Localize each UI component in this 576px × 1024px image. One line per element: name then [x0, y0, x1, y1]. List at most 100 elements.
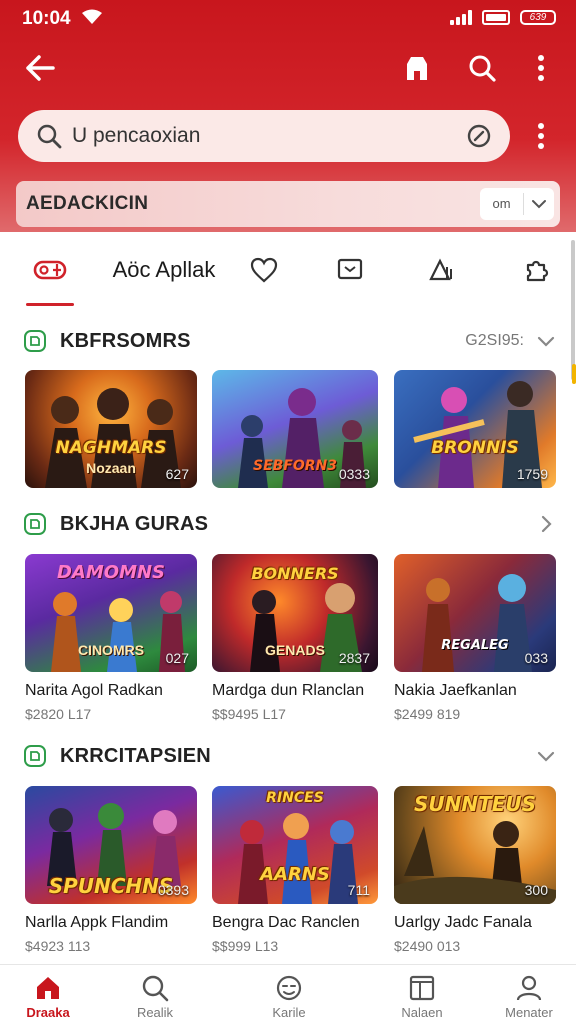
search-button[interactable] — [462, 50, 502, 86]
tree-icon — [429, 258, 452, 281]
game-count: 0333 — [338, 466, 370, 482]
game-count: 627 — [165, 466, 189, 482]
app-card[interactable]: SPUNCHNS 0393 Narlla Appk Flandim $4923 … — [25, 786, 197, 954]
game-card[interactable]: SEBFORN3 0333 — [212, 370, 378, 488]
face-icon — [275, 973, 303, 1003]
game-thumbnail: RINCES AARNS 711 — [212, 786, 378, 904]
active-tab-indicator — [26, 303, 74, 306]
back-button[interactable] — [20, 50, 60, 86]
app-title: Uarlgy Jadc Fanala — [394, 914, 532, 931]
game-count: 033 — [524, 650, 548, 666]
app-card[interactable]: REGALEG 033 Nakia Jaefkanlan $2499 819 — [394, 554, 556, 722]
wifi-icon — [82, 9, 102, 30]
game-thumbnail: BRONNIS 1759 — [394, 370, 556, 488]
nav-label: Karile — [272, 1005, 306, 1020]
tab-apps[interactable]: Aöc Apllak — [104, 250, 224, 290]
puzzle-icon — [526, 260, 549, 282]
search-icon — [34, 121, 64, 151]
section-header[interactable]: KRRCITAPSIEN — [24, 741, 556, 771]
battery-percent: 639 — [520, 9, 556, 25]
top-toolbar — [0, 42, 576, 94]
person-icon — [515, 973, 543, 1003]
search-options-button[interactable] — [528, 118, 554, 154]
chevron-down-icon[interactable] — [536, 746, 556, 766]
search-input[interactable] — [72, 124, 442, 148]
chevron-down-icon[interactable] — [536, 331, 556, 351]
game-count: 300 — [524, 882, 548, 898]
app-title: Bengra Dac Ranclen — [212, 914, 360, 931]
app-card[interactable]: RINCES AARNS 711 Bengra Dac Ranclen $$99… — [212, 786, 378, 954]
section-count: G2SI95: — [465, 332, 524, 349]
game-count: 0393 — [157, 882, 189, 898]
tab-family[interactable] — [422, 250, 462, 290]
game-card[interactable]: NAGHMARS Nozaan 627 — [25, 370, 197, 488]
game-logo: RINCES — [266, 790, 324, 806]
nav-profile-face[interactable]: Karile — [249, 973, 329, 1020]
app-price: $2499 819 — [394, 706, 461, 722]
app-card[interactable]: SUNNTEUS 300 Uarlgy Jadc Fanala $2490 01… — [394, 786, 556, 954]
signal-icon — [450, 9, 472, 25]
game-thumbnail: SPUNCHNS 0393 — [25, 786, 197, 904]
search-icon — [141, 973, 169, 1003]
game-thumbnail: SUNNTEUS 300 — [394, 786, 556, 904]
nav-library[interactable]: Nalaen — [382, 973, 462, 1020]
status-indicators: 639 — [450, 9, 556, 25]
game-logo: SUNNTEUS — [413, 792, 537, 816]
game-card[interactable]: BRONNIS 1759 — [394, 370, 556, 488]
more-vertical-icon — [538, 123, 544, 149]
scrollbar[interactable] — [571, 240, 575, 380]
app-price: $4923 113 — [25, 938, 91, 954]
bottom-navigation: Draaka Realik Karile Nalaen Menater — [0, 964, 576, 1024]
status-time: 10:04 — [22, 8, 71, 29]
nav-label: Nalaen — [401, 1005, 443, 1020]
nav-home[interactable]: Draaka — [8, 973, 88, 1020]
app-card[interactable]: BONNERS GENADS 2837 Mardga dun Rlanclan … — [212, 554, 378, 722]
app-title: Narita Agol Radkan — [25, 682, 163, 699]
store-icon — [407, 57, 427, 80]
section-title: BKJHA GURAS — [60, 512, 209, 535]
nav-search[interactable]: Realik — [115, 973, 195, 1020]
game-count: 1759 — [516, 466, 548, 482]
home-icon — [34, 973, 62, 1003]
tab-games[interactable] — [26, 250, 74, 290]
app-header: 10:04 639 U pencaoxian AEDACKICIN om — [0, 0, 576, 232]
section-title: KRRCITAPSIEN — [60, 744, 211, 767]
game-count: 711 — [347, 882, 370, 898]
section-badge-icon — [24, 745, 46, 767]
game-thumbnail: SEBFORN3 0333 — [212, 370, 378, 488]
tab-media[interactable] — [330, 250, 370, 290]
gamepad-icon — [33, 260, 67, 280]
nav-label: Menater — [505, 1005, 553, 1020]
filter-dropdown[interactable]: om — [480, 188, 554, 220]
game-logo: NAGHMARS — [55, 438, 167, 458]
section-title: KBFRSOMRS — [60, 329, 191, 352]
store-button[interactable] — [398, 50, 436, 86]
game-thumbnail: NAGHMARS Nozaan 627 — [25, 370, 197, 488]
game-thumbnail: BONNERS GENADS 2837 — [212, 554, 378, 672]
section-header[interactable]: KBFRSOMRS G2SI95: — [24, 326, 556, 356]
game-count: 2837 — [338, 650, 370, 666]
app-title: Mardga dun Rlanclan — [212, 682, 365, 699]
game-logo: DAMOMNS — [56, 562, 166, 583]
app-card[interactable]: DAMOMNS CINOMRS 027 Narita Agol Radkan $… — [25, 554, 197, 722]
section-header[interactable]: BKJHA GURAS — [24, 509, 556, 539]
more-options-button[interactable] — [528, 50, 554, 86]
battery-icon — [482, 9, 510, 25]
chevron-right-icon[interactable] — [536, 514, 556, 534]
app-title: Narlla Appk Flandim — [25, 914, 169, 931]
app-price: $2490 013 — [394, 938, 461, 954]
search-icon — [469, 55, 496, 82]
heart-icon — [250, 257, 278, 283]
nav-label: Draaka — [26, 1005, 70, 1020]
game-logo: BONNERS — [251, 564, 339, 583]
tab-apps-label: Aöc Apllak — [112, 257, 216, 282]
voice-search-icon[interactable] — [464, 121, 494, 151]
tab-favorites[interactable] — [244, 250, 284, 290]
picture-icon — [337, 258, 363, 280]
nav-account[interactable]: Menater — [489, 973, 569, 1020]
category-tabs: Aöc Apllak — [0, 236, 576, 308]
game-thumbnail: DAMOMNS CINOMRS 027 — [25, 554, 197, 672]
search-bar[interactable] — [18, 110, 510, 162]
tab-puzzles[interactable] — [516, 250, 556, 290]
app-title: Nakia Jaefkanlan — [394, 682, 517, 699]
